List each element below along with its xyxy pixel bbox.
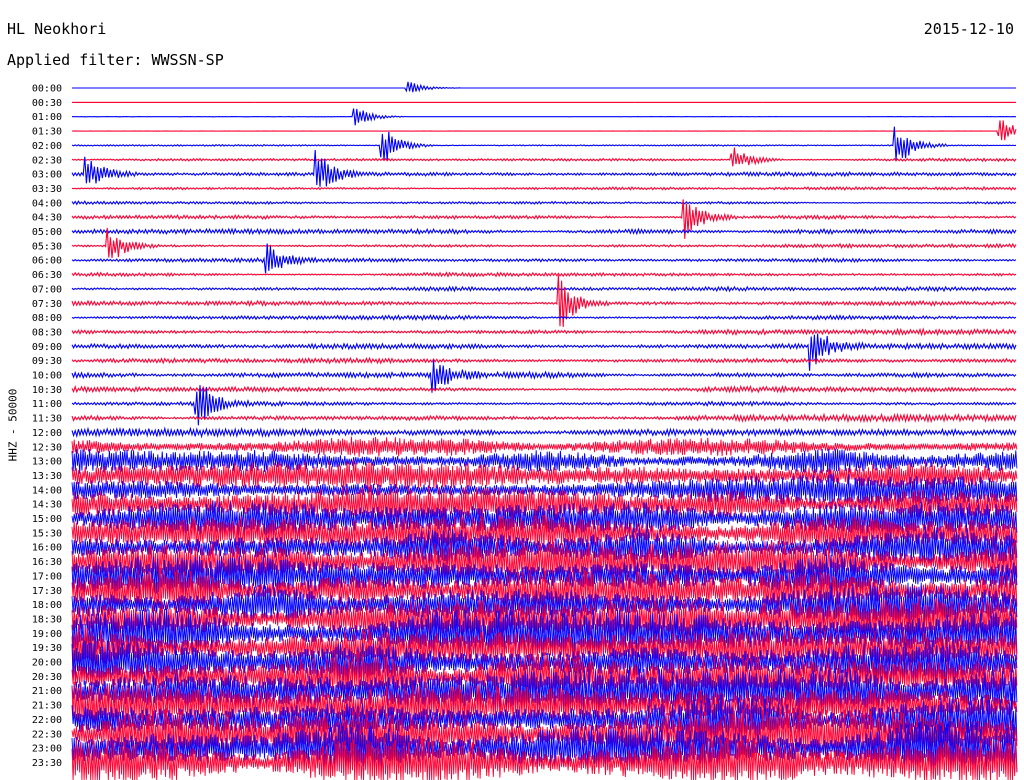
- time-tick-label: 11:00: [32, 399, 62, 410]
- seismic-trace: [71, 412, 1017, 424]
- time-tick-label: 20:00: [32, 658, 62, 669]
- time-tick-label: 14:30: [32, 500, 62, 511]
- time-tick-label: 02:30: [32, 155, 62, 166]
- seismic-trace: [72, 81, 1016, 93]
- seismic-trace: [71, 147, 1017, 167]
- seismic-trace: [71, 149, 1017, 187]
- time-tick-label: 15:00: [32, 514, 62, 525]
- time-tick-label: 02:00: [32, 141, 62, 152]
- time-tick-label: 07:00: [32, 284, 62, 295]
- time-tick-label: 16:00: [32, 543, 62, 554]
- time-tick-label: 03:30: [32, 184, 62, 195]
- seismic-trace: [71, 356, 1017, 365]
- time-tick-label: 18:00: [32, 600, 62, 611]
- time-tick-label: 12:30: [32, 442, 62, 453]
- time-tick-label: 07:30: [32, 299, 62, 310]
- time-tick-label: 19:30: [32, 643, 62, 654]
- time-tick-label: 22:00: [32, 715, 62, 726]
- time-tick-label: 12:00: [32, 428, 62, 439]
- time-tick-label: 04:30: [32, 213, 62, 224]
- seismic-trace: [71, 360, 1017, 393]
- time-tick-label: 13:00: [32, 457, 62, 468]
- seismic-trace: [71, 200, 1017, 206]
- time-tick-label: 23:30: [32, 758, 62, 769]
- seismic-trace: [71, 126, 1017, 162]
- seismic-trace: [71, 333, 1017, 371]
- seismic-trace: [71, 426, 1017, 439]
- seismic-trace: [71, 275, 1017, 328]
- seismogram-plot: 00:00 00:30 01:00 01:30 02:00 02:30 03:00 03:30…: [32, 81, 1018, 780]
- seismic-trace: [71, 327, 1017, 337]
- time-tick-label: 16:30: [32, 557, 62, 568]
- trace-group: [71, 81, 1018, 780]
- time-tick-label: 01:30: [32, 127, 62, 138]
- seismic-trace: [71, 436, 1018, 457]
- time-tick-label: 06:00: [32, 256, 62, 267]
- seismic-trace: [71, 384, 1017, 394]
- time-tick-label: 21:30: [32, 701, 62, 712]
- time-tick-label: 09:00: [32, 342, 62, 353]
- seismic-trace: [71, 227, 1017, 236]
- seismic-trace: [71, 108, 1016, 126]
- time-tick-label: 19:00: [32, 629, 62, 640]
- time-tick-label: 15:30: [32, 528, 62, 539]
- time-tick-label: 10:30: [32, 385, 62, 396]
- time-tick-label: 00:30: [32, 98, 62, 109]
- seismic-trace: [71, 185, 1017, 191]
- time-tick-label: 23:00: [32, 744, 62, 755]
- time-tick-label: 11:30: [32, 414, 62, 425]
- time-tick-label: 14:00: [32, 485, 62, 496]
- time-tick-label: 09:30: [32, 356, 62, 367]
- seismic-trace: [71, 199, 1017, 239]
- time-tick-label: 00:00: [32, 84, 62, 95]
- time-tick-label: 04:00: [32, 198, 62, 209]
- time-tick-label: 18:30: [32, 614, 62, 625]
- time-tick-label: 06:30: [32, 270, 62, 281]
- seismic-trace: [71, 243, 1017, 274]
- time-tick-label: 21:00: [32, 686, 62, 697]
- time-tick-label: 13:30: [32, 471, 62, 482]
- time-tick-label: 05:30: [32, 241, 62, 252]
- time-tick-label: 08:00: [32, 313, 62, 324]
- time-tick-label: 22:30: [32, 729, 62, 740]
- seismic-trace: [71, 314, 1017, 322]
- seismic-trace: [71, 271, 1017, 278]
- tick-label-group: 00:00 00:30 01:00 01:30 02:00 02:30 03:00 03:30…: [32, 84, 62, 769]
- time-tick-label: 01:00: [32, 112, 62, 123]
- time-tick-label: 08:30: [32, 327, 62, 338]
- time-tick-label: 03:00: [32, 170, 62, 181]
- time-tick-label: 20:30: [32, 672, 62, 683]
- time-tick-label: 05:00: [32, 227, 62, 238]
- time-tick-label: 10:00: [32, 371, 62, 382]
- time-tick-label: 17:00: [32, 571, 62, 582]
- time-tick-label: 17:30: [32, 586, 62, 597]
- seismic-trace: [71, 285, 1017, 293]
- seismic-trace: [71, 120, 1017, 141]
